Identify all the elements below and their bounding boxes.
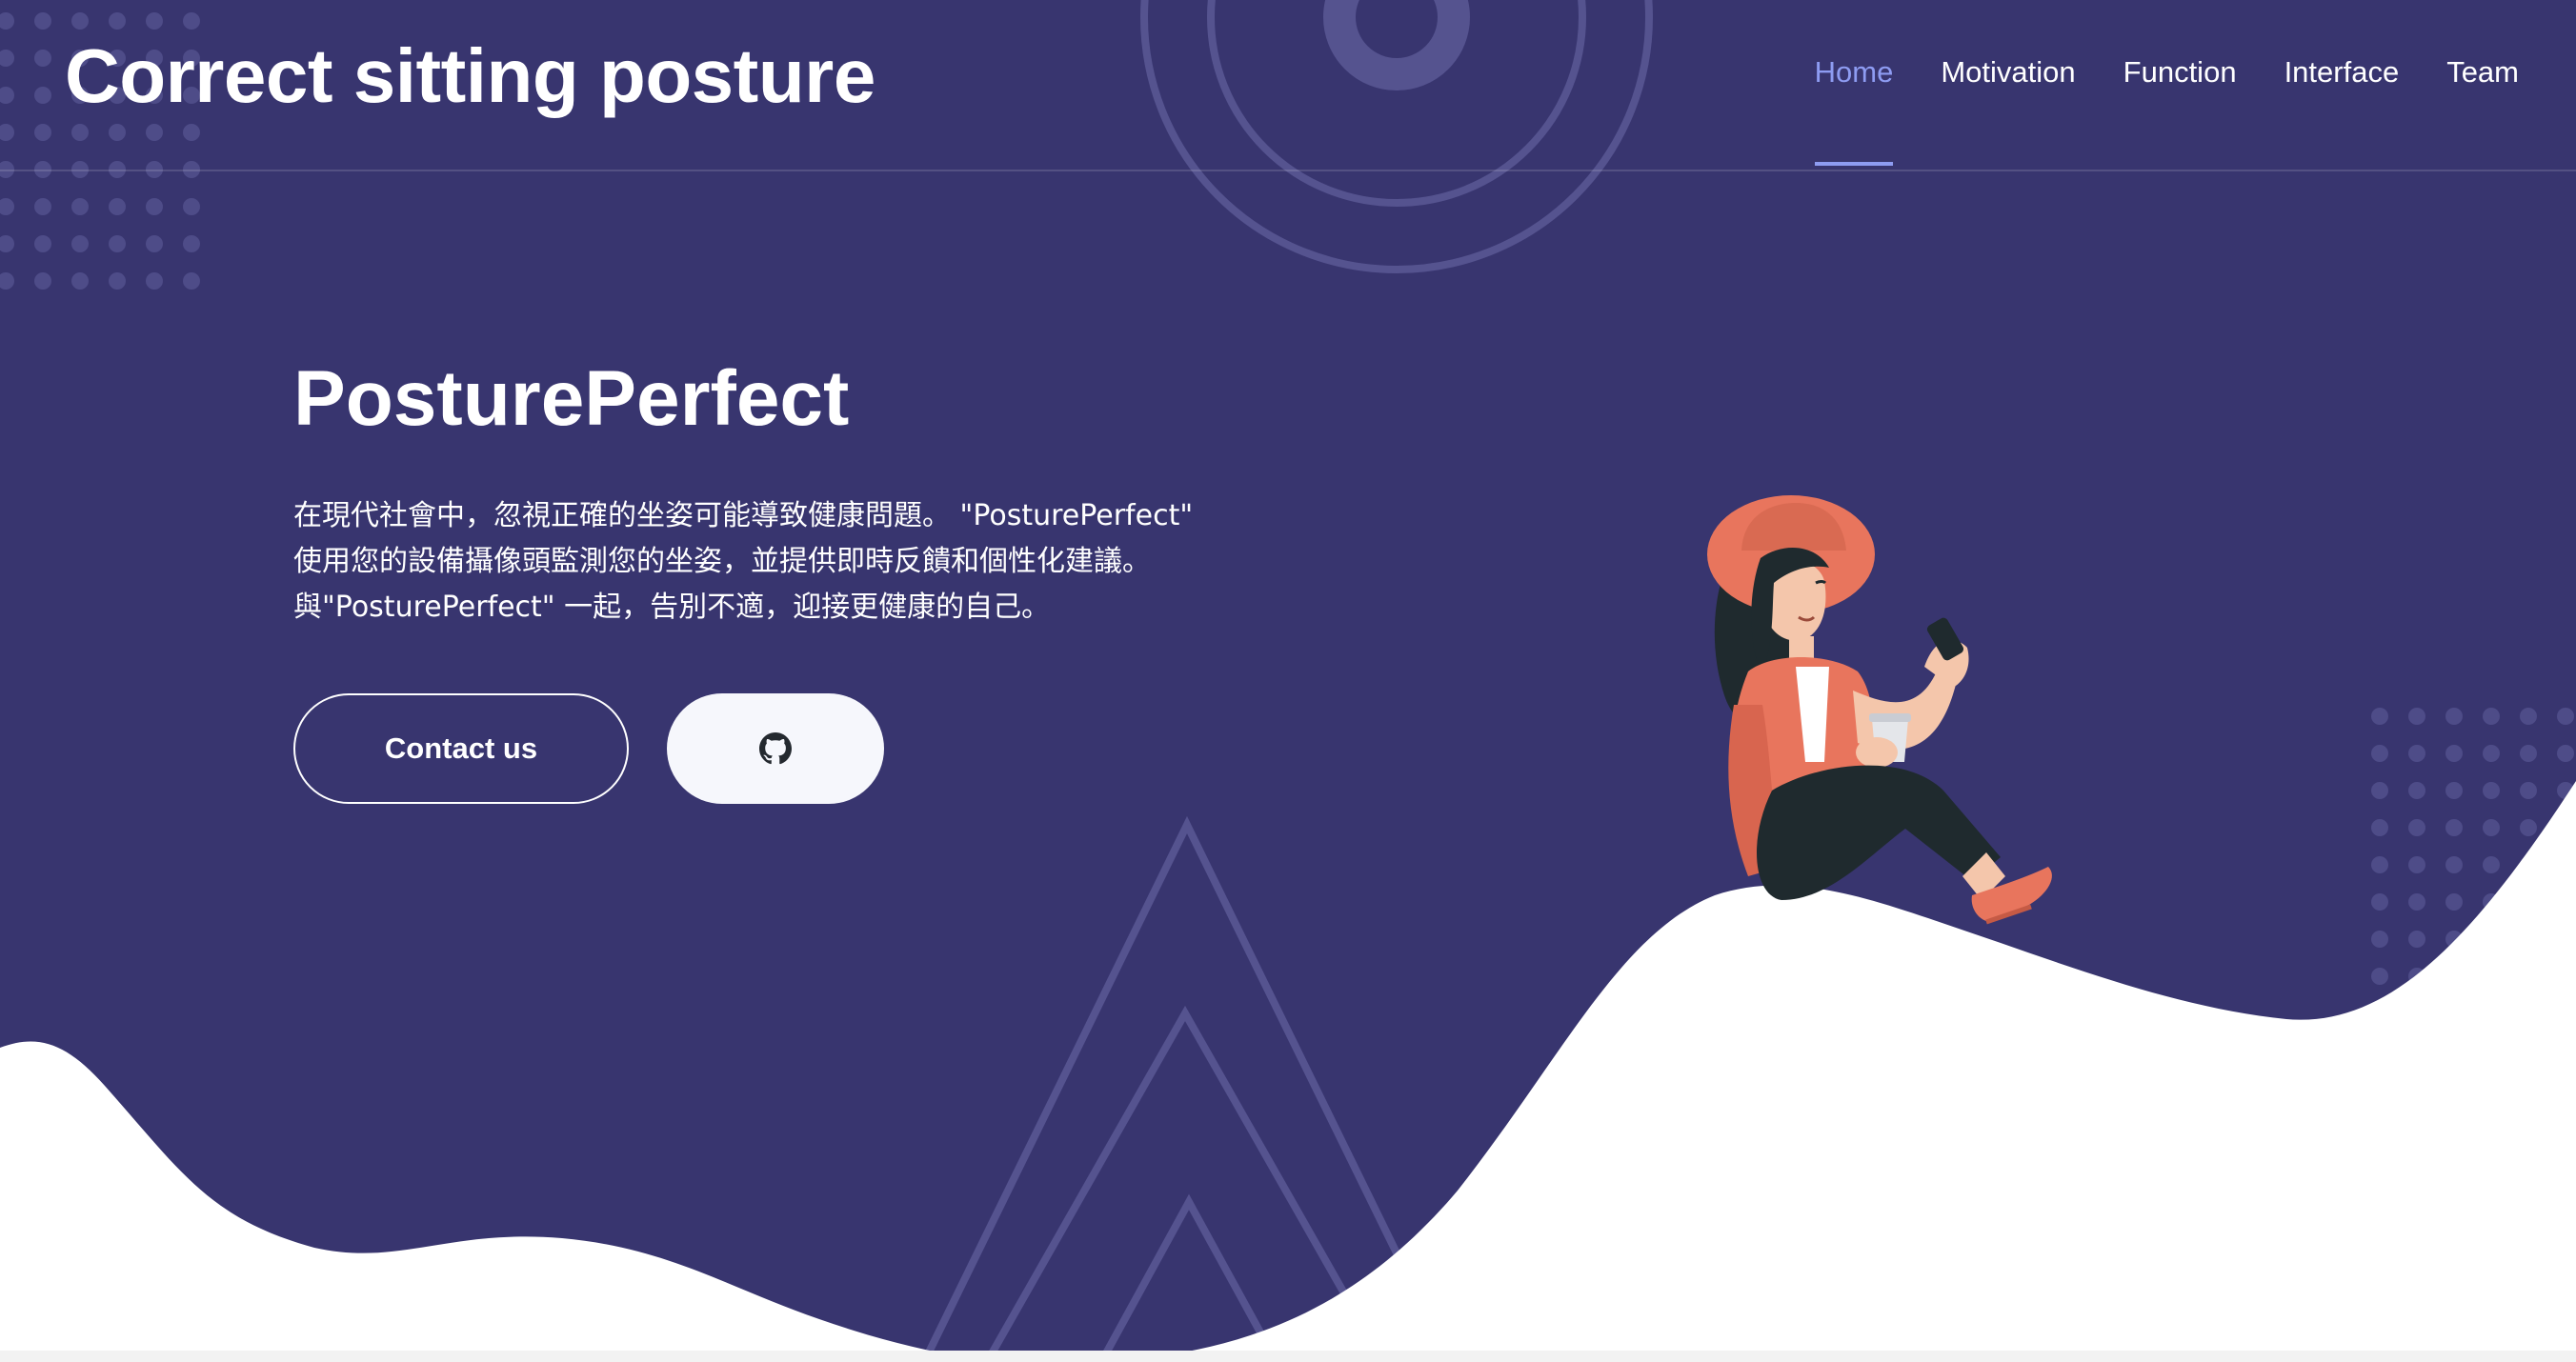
decor-dot bbox=[2371, 819, 2388, 836]
decor-dot bbox=[2371, 856, 2388, 873]
decor-dot bbox=[2408, 745, 2425, 762]
decor-dot bbox=[2557, 745, 2574, 762]
decor-dot bbox=[2445, 893, 2463, 911]
decor-dot bbox=[34, 87, 51, 104]
decor-dot bbox=[71, 235, 89, 252]
background-decoration bbox=[0, 0, 2576, 1362]
hero-description-line: 與"PosturePerfect" 一起，告別不適，迎接更健康的自己。 bbox=[293, 591, 1051, 624]
nav-team[interactable]: Team bbox=[2446, 55, 2519, 90]
decor-dot bbox=[146, 198, 163, 215]
decor-dot bbox=[183, 12, 200, 30]
decor-dot bbox=[2408, 856, 2425, 873]
decor-dot bbox=[2371, 968, 2388, 985]
decor-dot bbox=[71, 124, 89, 141]
decor-dot bbox=[34, 124, 51, 141]
github-icon bbox=[759, 732, 792, 765]
contact-us-button[interactable]: Contact us bbox=[293, 693, 629, 804]
decor-dot bbox=[109, 235, 126, 252]
nav-home[interactable]: Home bbox=[1814, 55, 1893, 166]
decor-dot bbox=[0, 124, 14, 141]
decor-dot bbox=[71, 198, 89, 215]
main-nav: Home Motivation Function Interface Team bbox=[1814, 55, 2519, 166]
decor-dot bbox=[183, 198, 200, 215]
decor-dot bbox=[2445, 782, 2463, 799]
decor-dot bbox=[34, 50, 51, 67]
decor-dot bbox=[2445, 856, 2463, 873]
decor-dot bbox=[2408, 782, 2425, 799]
woman-sitting-illustration bbox=[1707, 495, 2052, 925]
decor-dot bbox=[71, 272, 89, 290]
decor-dot bbox=[2557, 708, 2574, 725]
decor-dot bbox=[2371, 893, 2388, 911]
decor-dot bbox=[0, 198, 14, 215]
nav-motivation[interactable]: Motivation bbox=[1941, 55, 2075, 90]
decor-dot bbox=[0, 87, 14, 104]
bottom-shadow bbox=[0, 1351, 2576, 1362]
decor-dot bbox=[2445, 708, 2463, 725]
github-button[interactable] bbox=[667, 693, 884, 804]
white-wave bbox=[0, 781, 2576, 1362]
decor-dot bbox=[71, 12, 89, 30]
decor-dot bbox=[2408, 931, 2425, 948]
decor-dot bbox=[146, 272, 163, 290]
decor-dot bbox=[183, 235, 200, 252]
nav-function[interactable]: Function bbox=[2123, 55, 2237, 90]
decor-dot bbox=[2520, 819, 2537, 836]
decor-dot bbox=[2371, 708, 2388, 725]
nav-interface[interactable]: Interface bbox=[2284, 55, 2400, 90]
decor-dot bbox=[2483, 708, 2500, 725]
decor-dot bbox=[183, 124, 200, 141]
decor-dot bbox=[2371, 782, 2388, 799]
decor-dot bbox=[34, 12, 51, 30]
decor-dot bbox=[2371, 931, 2388, 948]
decor-dot bbox=[146, 235, 163, 252]
decor-dot bbox=[2520, 782, 2537, 799]
header-divider bbox=[0, 170, 2576, 171]
decor-dot bbox=[2483, 782, 2500, 799]
decor-dot bbox=[2520, 745, 2537, 762]
decor-dot bbox=[2483, 745, 2500, 762]
decor-dot bbox=[109, 198, 126, 215]
decor-dot bbox=[2408, 819, 2425, 836]
decor-dot bbox=[109, 12, 126, 30]
decor-dot bbox=[2445, 745, 2463, 762]
decor-dot bbox=[146, 12, 163, 30]
decor-dot bbox=[2520, 708, 2537, 725]
hero-description-line: 使用您的設備攝像頭監測您的坐姿，並提供即時反饋和個性化建議。 bbox=[293, 545, 1151, 578]
decor-dot bbox=[34, 272, 51, 290]
decor-dot bbox=[34, 235, 51, 252]
decor-dot bbox=[0, 50, 14, 67]
decor-dot bbox=[2483, 819, 2500, 836]
decor-dot bbox=[2483, 856, 2500, 873]
decor-dot bbox=[0, 235, 14, 252]
hero-description-line: 在現代社會中，忽視正確的坐姿可能導致健康問題。 "PosturePerfect" bbox=[293, 499, 1194, 532]
decor-dot bbox=[146, 124, 163, 141]
decor-dot bbox=[0, 12, 14, 30]
site-title[interactable]: Correct sitting posture bbox=[65, 32, 875, 120]
decor-dot bbox=[34, 198, 51, 215]
decor-dot bbox=[183, 272, 200, 290]
decor-dot bbox=[2408, 708, 2425, 725]
decor-dot bbox=[2445, 819, 2463, 836]
concentric-circles-decoration bbox=[1140, 0, 1653, 273]
decor-dot bbox=[2371, 745, 2388, 762]
decor-dot bbox=[109, 272, 126, 290]
hero-section: Correct sitting posture Home Motivation … bbox=[0, 0, 2576, 1362]
decor-dot bbox=[109, 124, 126, 141]
decor-dot bbox=[0, 272, 14, 290]
hero-description: 在現代社會中，忽視正確的坐姿可能導致健康問題。 "PosturePerfect"… bbox=[293, 493, 1303, 631]
decor-dot bbox=[2408, 893, 2425, 911]
hero-title: PosturePerfect bbox=[293, 355, 850, 442]
